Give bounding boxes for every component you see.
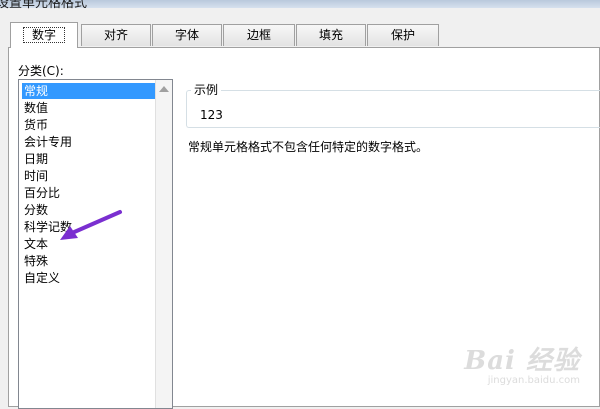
watermark-brand: Bai 经验 xyxy=(464,346,580,376)
tab-number[interactable]: 数字 xyxy=(10,22,78,48)
watermark: Bai 经验 jingyan.baidu.com xyxy=(464,340,580,386)
tab-number-label: 数字 xyxy=(22,27,65,43)
